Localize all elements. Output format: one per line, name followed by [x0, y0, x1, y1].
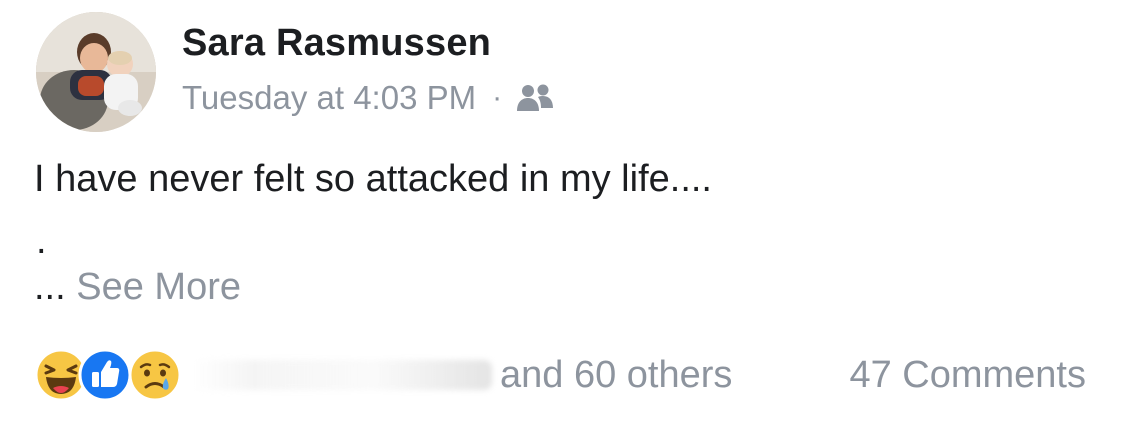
- reactions-bar: and 60 others 47 Comments: [34, 348, 1094, 402]
- sad-icon: [128, 348, 182, 402]
- like-icon: [78, 348, 132, 402]
- post-meta: Tuesday at 4:03 PM ·: [182, 76, 554, 120]
- post-timestamp[interactable]: Tuesday at 4:03 PM: [182, 79, 476, 117]
- avatar[interactable]: [36, 12, 156, 132]
- comments-count[interactable]: 47 Comments: [849, 352, 1086, 398]
- see-more-link[interactable]: See More: [76, 266, 241, 308]
- redacted-names: [192, 360, 492, 390]
- reaction-icons[interactable]: [34, 348, 184, 402]
- meta-separator: ·: [492, 81, 503, 114]
- friends-icon[interactable]: [516, 83, 554, 113]
- feed-post: Sara Rasmussen Tuesday at 4:03 PM · I ha…: [0, 0, 1125, 432]
- see-more-row: ... See More: [34, 264, 241, 310]
- post-body-dot: .: [36, 220, 47, 262]
- post-body: I have never felt so attacked in my life…: [34, 158, 712, 200]
- author-name[interactable]: Sara Rasmussen: [182, 20, 491, 66]
- ellipsis: ...: [34, 266, 66, 308]
- avatar-photo: [36, 12, 156, 132]
- reactions-others[interactable]: and 60 others: [500, 352, 732, 398]
